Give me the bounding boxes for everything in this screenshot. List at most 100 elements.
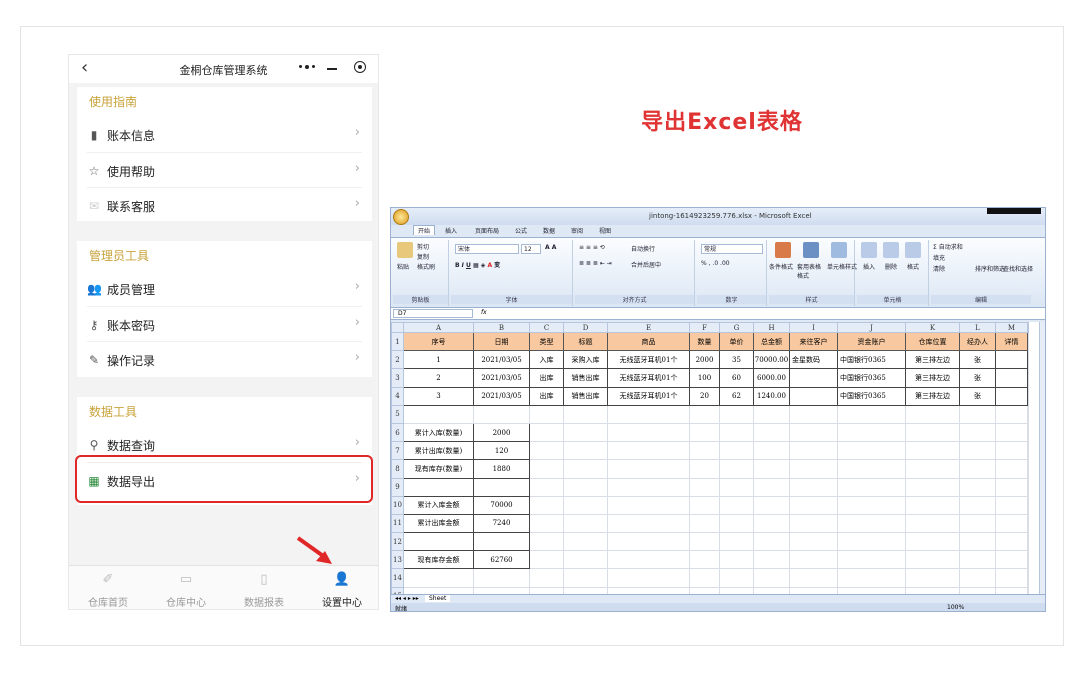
cell[interactable] bbox=[719, 586, 754, 594]
insert-button[interactable]: 插入 bbox=[863, 262, 875, 271]
cell[interactable] bbox=[719, 477, 754, 497]
font-name-select[interactable]: 宋体 bbox=[455, 244, 519, 254]
cell[interactable] bbox=[563, 568, 608, 588]
cell[interactable] bbox=[789, 568, 838, 588]
name-box[interactable]: D7 bbox=[393, 309, 473, 318]
cell[interactable] bbox=[837, 404, 906, 424]
cell[interactable] bbox=[995, 477, 1028, 497]
cell[interactable] bbox=[753, 532, 790, 552]
office-button-icon[interactable] bbox=[393, 209, 409, 225]
cell[interactable]: 无线蓝牙耳机01个 bbox=[607, 368, 690, 388]
cell[interactable] bbox=[1027, 404, 1029, 424]
cell[interactable] bbox=[1027, 331, 1029, 352]
sort-filter-button[interactable]: 排序和筛选 bbox=[975, 264, 1005, 273]
cell[interactable] bbox=[719, 459, 754, 479]
cell[interactable] bbox=[607, 532, 690, 552]
tab-data-report[interactable]: ▯ 数据报表 bbox=[225, 566, 303, 609]
clear-button[interactable]: 清除 bbox=[933, 264, 945, 273]
cell[interactable]: 100 bbox=[689, 368, 720, 388]
cell[interactable] bbox=[563, 459, 608, 479]
cell[interactable] bbox=[689, 422, 720, 443]
cell[interactable]: 6000.00 bbox=[753, 368, 790, 388]
cell[interactable]: 20 bbox=[689, 386, 720, 406]
format-cell-icon[interactable] bbox=[905, 242, 921, 258]
cell[interactable]: 2 bbox=[403, 368, 474, 388]
table-format-button[interactable]: 套用表格格式 bbox=[797, 262, 821, 280]
cell[interactable] bbox=[607, 586, 690, 594]
cell[interactable] bbox=[563, 404, 608, 424]
menu-item-help[interactable]: ☆ 使用帮助 › bbox=[87, 152, 362, 187]
cell[interactable] bbox=[563, 477, 608, 497]
close-circle-icon[interactable] bbox=[354, 61, 366, 73]
cell[interactable] bbox=[995, 404, 1028, 424]
vertical-scrollbar[interactable] bbox=[1039, 322, 1045, 594]
cell[interactable] bbox=[563, 550, 608, 570]
cell[interactable]: 中国银行0365 bbox=[837, 350, 906, 370]
cell[interactable]: 累计入库金额 bbox=[403, 495, 474, 515]
cell[interactable] bbox=[473, 532, 530, 552]
cell[interactable] bbox=[753, 586, 790, 594]
cell[interactable] bbox=[753, 477, 790, 497]
cell[interactable] bbox=[959, 513, 996, 534]
cell[interactable] bbox=[689, 495, 720, 515]
cell[interactable] bbox=[563, 532, 608, 552]
cell[interactable]: 2021/03/05 bbox=[473, 350, 530, 370]
cell[interactable]: 70000 bbox=[473, 495, 530, 515]
cell[interactable]: 中国银行0365 bbox=[837, 386, 906, 406]
cell[interactable]: 60 bbox=[719, 368, 754, 388]
cell[interactable] bbox=[789, 459, 838, 479]
cell-style-icon[interactable] bbox=[831, 242, 847, 258]
cell[interactable] bbox=[995, 350, 1028, 370]
menu-item-password[interactable]: ⚷ 账本密码 › bbox=[87, 306, 362, 341]
cell[interactable] bbox=[563, 513, 608, 534]
cell[interactable] bbox=[753, 513, 790, 534]
cell[interactable] bbox=[607, 441, 690, 461]
minimize-icon[interactable] bbox=[327, 68, 337, 70]
cell[interactable] bbox=[607, 477, 690, 497]
fill-button[interactable]: 填充 bbox=[933, 253, 945, 262]
cell[interactable]: 入库 bbox=[529, 350, 564, 370]
more-dots-icon[interactable] bbox=[298, 62, 316, 72]
cell[interactable] bbox=[905, 550, 960, 570]
align-top-icons[interactable]: ≡ ≡ ≡ ⟲ bbox=[579, 244, 605, 251]
ribbon-tab-home[interactable]: 开始 bbox=[413, 225, 436, 235]
cell[interactable] bbox=[1027, 513, 1029, 534]
cell[interactable]: 2000 bbox=[473, 422, 530, 443]
cell[interactable] bbox=[529, 495, 564, 515]
cell[interactable]: 累计出库(数量) bbox=[403, 441, 474, 461]
cell[interactable] bbox=[995, 513, 1028, 534]
cell[interactable]: 累计入库(数量) bbox=[403, 422, 474, 443]
cell[interactable]: 2021/03/05 bbox=[473, 386, 530, 406]
zoom-level[interactable]: 100% bbox=[947, 604, 964, 611]
ribbon-tab-review[interactable]: 审阅 bbox=[571, 226, 583, 235]
cell[interactable] bbox=[607, 568, 690, 588]
fx-icon[interactable]: fx bbox=[481, 309, 487, 316]
cell[interactable] bbox=[995, 495, 1028, 515]
cell[interactable] bbox=[959, 586, 996, 594]
cell[interactable]: 7240 bbox=[473, 513, 530, 534]
cell[interactable] bbox=[905, 586, 960, 594]
cell[interactable] bbox=[995, 422, 1028, 443]
cell[interactable] bbox=[789, 495, 838, 515]
cell[interactable] bbox=[563, 422, 608, 443]
cell[interactable] bbox=[529, 459, 564, 479]
cell[interactable]: 销售出库 bbox=[563, 368, 608, 388]
number-format-select[interactable]: 常规 bbox=[701, 244, 763, 254]
cell[interactable] bbox=[995, 586, 1028, 594]
cell[interactable]: 金星数码 bbox=[789, 350, 838, 370]
ribbon-tab-layout[interactable]: 页面布局 bbox=[475, 226, 499, 235]
cell[interactable] bbox=[789, 441, 838, 461]
cell[interactable] bbox=[403, 586, 474, 594]
cell[interactable] bbox=[905, 495, 960, 515]
cell[interactable] bbox=[473, 586, 530, 594]
sheet-nav-icons[interactable]: ◂◂ ◂ ▸ ▸▸ bbox=[395, 595, 419, 602]
bold-icon[interactable]: B I U ▦ ◈ A 变 bbox=[455, 260, 500, 269]
cell[interactable]: 现有库存(数量) bbox=[403, 459, 474, 479]
cell[interactable]: 1 bbox=[403, 350, 474, 370]
cell[interactable] bbox=[719, 550, 754, 570]
cell[interactable] bbox=[905, 532, 960, 552]
cell[interactable] bbox=[837, 441, 906, 461]
menu-item-contact[interactable]: ✉ 联系客服 › bbox=[87, 187, 362, 222]
cell[interactable] bbox=[959, 477, 996, 497]
cell[interactable]: 62 bbox=[719, 386, 754, 406]
